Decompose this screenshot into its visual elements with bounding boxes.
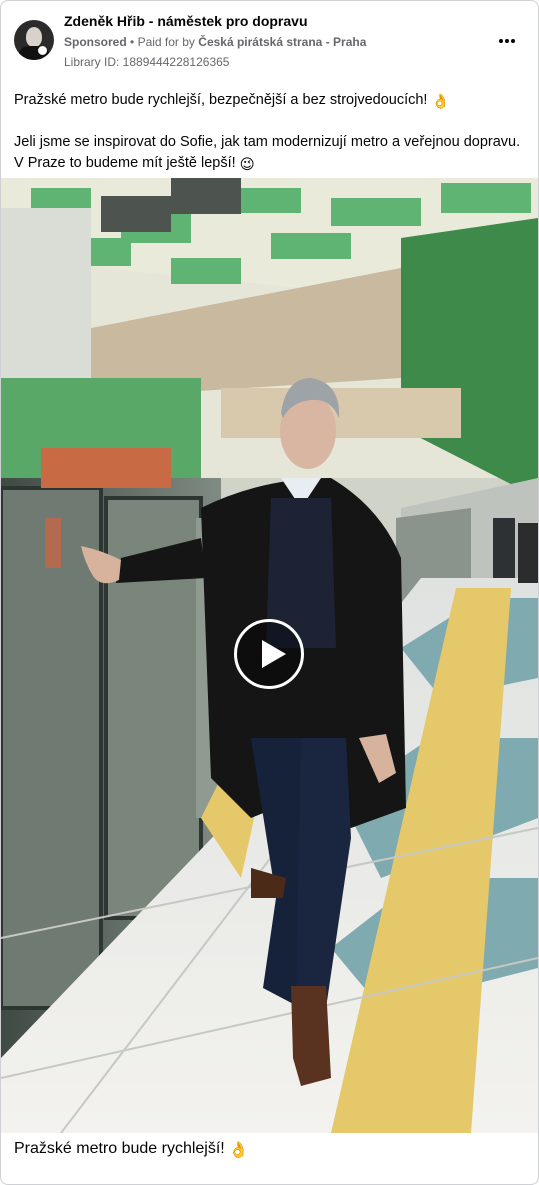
post-text-line-2-text: Jeli jsme se inspirovat do Sofie, jak ta… [14,134,521,171]
sponsored-label: Sponsored [64,35,127,49]
post-text-line-1-text: Pražské metro bude rychlejší, bezpečnějš… [14,92,428,108]
winking-face-emoji-icon: 😉 [239,157,255,173]
post-text-line-2: Jeli jsme se inspirovat do Sofie, jak ta… [14,132,526,176]
play-icon [262,640,286,668]
play-button[interactable] [234,619,304,689]
post-text: Pražské metro bude rychlejší, bezpečnějš… [14,90,526,176]
author-avatar[interactable] [14,20,54,60]
more-options-icon[interactable] [495,31,519,51]
author-name[interactable]: Zdeněk Hřib - náměstek pro dopravu [64,13,308,29]
post-header: Zdeněk Hřib - náměstek pro dopravu Spons… [1,1,538,73]
post-text-line-1: Pražské metro bude rychlejší, bezpečnějš… [14,90,526,113]
paid-prefix: Paid for by [137,35,195,49]
ok-hand-emoji-icon: 👌 [228,1142,249,1159]
sponsor-line: Sponsored • Paid for by Česká pirátská s… [64,35,366,49]
ad-card: Zdeněk Hřib - náměstek pro dopravu Spons… [0,0,539,1185]
paid-by-name[interactable]: Česká pirátská strana - Praha [198,35,366,49]
party-badge-icon [38,46,47,55]
ad-caption-text: Pražské metro bude rychlejší! [14,1140,225,1157]
video-player[interactable] [1,178,538,1133]
ok-hand-emoji-icon: 👌 [431,94,450,110]
ad-caption[interactable]: Pražské metro bude rychlejší! 👌 [14,1140,249,1160]
avatar-face [26,27,42,47]
separator-dot: • [130,35,135,49]
library-id: Library ID: 1889444228126365 [64,55,230,69]
